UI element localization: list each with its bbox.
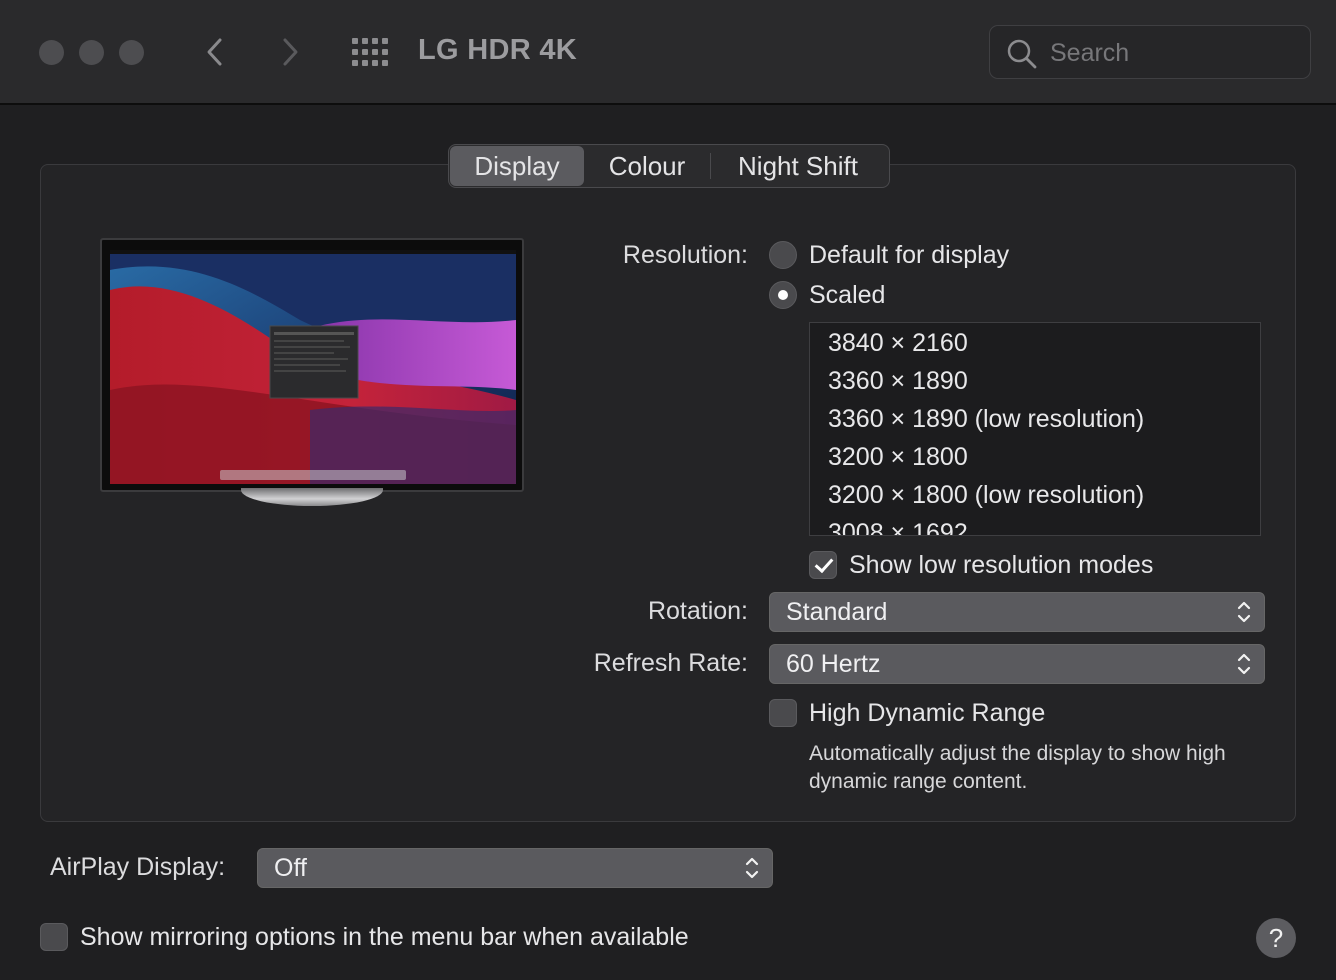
tab-night-shift[interactable]: Night Shift	[711, 146, 885, 186]
show-all-button[interactable]	[352, 38, 388, 66]
airplay-value: Off	[274, 854, 307, 882]
chevron-up-down-icon	[1237, 653, 1251, 675]
help-button[interactable]: ?	[1256, 918, 1296, 958]
close-window-button[interactable]	[39, 40, 64, 65]
show-low-resolution-label[interactable]: Show low resolution modes	[849, 551, 1153, 580]
tab-display[interactable]: Display	[450, 146, 584, 186]
resolution-default-label[interactable]: Default for display	[809, 241, 1009, 270]
minimize-window-button[interactable]	[79, 40, 104, 65]
resolution-list[interactable]: 3840 × 2160 3360 × 1890 3360 × 1890 (low…	[809, 322, 1261, 536]
wallpaper-image	[110, 250, 516, 484]
forward-button[interactable]	[270, 30, 310, 74]
search-icon	[1007, 39, 1037, 69]
hdr-label[interactable]: High Dynamic Range	[809, 699, 1045, 728]
rotation-value: Standard	[786, 598, 888, 626]
refresh-rate-label: Refresh Rate:	[593, 649, 748, 677]
grid-icon	[352, 38, 358, 44]
mirroring-checkbox[interactable]	[40, 923, 68, 951]
tab-colour[interactable]: Colour	[584, 146, 710, 186]
window-title: LG HDR 4K	[418, 34, 577, 66]
refresh-rate-popup[interactable]: 60 Hertz	[769, 644, 1265, 684]
search-field[interactable]	[989, 25, 1311, 79]
airplay-popup[interactable]: Off	[257, 848, 773, 888]
resolution-scaled-label[interactable]: Scaled	[809, 281, 885, 310]
chevron-up-down-icon	[1237, 601, 1251, 623]
list-item[interactable]: 3200 × 1800 (low resolution)	[828, 481, 1144, 510]
display-preferences-window: LG HDR 4K Display Colour Night Shift	[0, 0, 1336, 980]
refresh-rate-value: 60 Hertz	[786, 650, 881, 678]
title-bar: LG HDR 4K	[0, 0, 1336, 105]
airplay-label: AirPlay Display:	[50, 853, 226, 881]
resolution-scaled-radio[interactable]	[769, 281, 797, 309]
mirroring-label[interactable]: Show mirroring options in the menu bar w…	[80, 923, 689, 952]
rotation-popup[interactable]: Standard	[769, 592, 1265, 632]
monitor-bezel	[100, 238, 524, 492]
hdr-description: Automatically adjust the display to show…	[809, 742, 1226, 793]
hdr-checkbox[interactable]	[769, 699, 797, 727]
rotation-label: Rotation:	[647, 597, 748, 625]
resolution-label: Resolution:	[622, 241, 748, 269]
show-low-resolution-checkbox[interactable]	[809, 551, 837, 579]
list-item[interactable]: 3360 × 1890	[828, 367, 968, 396]
list-item[interactable]: 3200 × 1800	[828, 443, 968, 472]
tab-bar: Display Colour Night Shift	[448, 144, 890, 188]
list-item[interactable]: 3840 × 2160	[828, 329, 968, 358]
list-item[interactable]: 3008 × 1692	[828, 519, 968, 535]
desktop-wallpaper-preview	[110, 250, 516, 484]
chevron-up-down-icon	[745, 857, 759, 879]
back-button[interactable]	[195, 30, 235, 74]
chevron-left-icon	[207, 38, 222, 66]
display-preview	[100, 238, 524, 492]
resolution-default-radio[interactable]	[769, 241, 797, 269]
chevron-right-icon	[283, 38, 298, 66]
list-item[interactable]: 3360 × 1890 (low resolution)	[828, 405, 1144, 434]
search-input[interactable]	[1050, 36, 1290, 70]
zoom-window-button[interactable]	[119, 40, 144, 65]
